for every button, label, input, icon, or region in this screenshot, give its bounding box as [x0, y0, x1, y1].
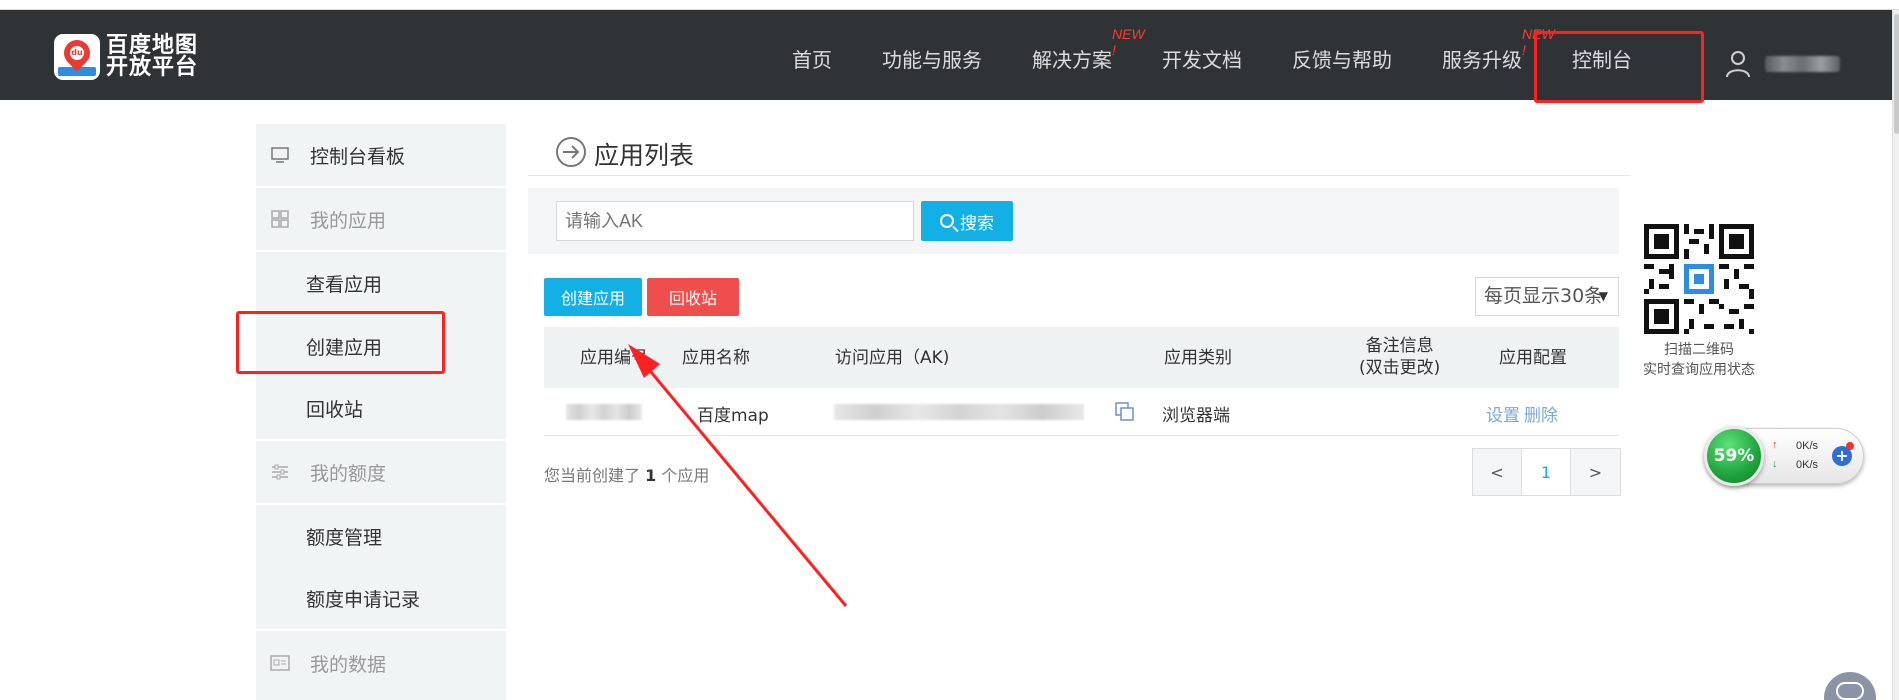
- logo-text-line2: 开放平台: [106, 55, 199, 80]
- search-button-label: 搜索: [960, 213, 994, 234]
- summary-suffix: 个应用: [661, 466, 710, 485]
- sidebar-group-my-quota: 我的额度: [256, 441, 506, 505]
- download-arrow-icon: ↓: [1772, 458, 1778, 470]
- nav-docs[interactable]: 开发文档: [1162, 44, 1242, 73]
- annotation-box-create-app: [236, 311, 445, 374]
- user-icon[interactable]: [1726, 50, 1750, 78]
- per-page-select[interactable]: 每页显示30条 ▼: [1475, 277, 1619, 316]
- sidebar-item-quota-records[interactable]: 额度申请记录: [256, 568, 506, 631]
- sidebar-item-quota-manage[interactable]: 额度管理: [256, 505, 506, 568]
- cell-app-name: 百度map: [697, 406, 769, 426]
- table-header: 应用编号 应用名称 访问应用（AK) 应用类别 备注信息 (双击更改) 应用配置: [544, 327, 1619, 388]
- new-badge-solutions: NEW !: [1112, 26, 1145, 58]
- grid-icon: [271, 210, 289, 228]
- page-title: 应用列表: [594, 141, 695, 170]
- sidebar-item-dashboard[interactable]: 控制台看板: [256, 124, 506, 188]
- pagination: < 1 >: [1472, 448, 1621, 496]
- copy-icon[interactable]: [1115, 402, 1135, 422]
- upload-arrow-icon: ↑: [1772, 439, 1778, 451]
- chat-support-icon[interactable]: [1824, 672, 1876, 700]
- col-remark-line1: 备注信息: [1365, 336, 1434, 356]
- search-button[interactable]: 搜索: [921, 201, 1013, 241]
- ak-search-input[interactable]: [556, 201, 914, 241]
- table-row: 百度map 浏览器端 设置 删除: [544, 388, 1619, 436]
- pager-prev-button[interactable]: <: [1473, 449, 1522, 495]
- col-config: 应用配置: [1499, 348, 1567, 368]
- col-app-name: 应用名称: [682, 348, 750, 368]
- app-count-summary: 您当前创建了 1 个应用: [544, 462, 709, 486]
- sidebar-my-data-label: 我的数据: [310, 653, 387, 676]
- browser-top-strip: [0, 0, 1899, 10]
- notification-dot: [1846, 442, 1854, 450]
- page-scrollbar[interactable]: [1892, 10, 1899, 700]
- cell-category: 浏览器端: [1162, 406, 1230, 426]
- arrow-right-circle-icon: [556, 137, 586, 167]
- app-id-blurred: [566, 404, 642, 420]
- caret-down-icon: ▼: [1598, 289, 1608, 303]
- sliders-icon: [272, 464, 288, 480]
- id-card-icon: [270, 655, 290, 671]
- sidebar-item-view-apps[interactable]: 查看应用: [256, 252, 506, 315]
- map-pin-logo-icon: du: [54, 34, 100, 80]
- summary-count: 1: [645, 466, 657, 485]
- nav-feedback[interactable]: 反馈与帮助: [1292, 44, 1392, 73]
- ak-blurred: [834, 404, 1084, 420]
- sidebar: 控制台看板 我的应用 查看应用 创建应用 回收站 我的额度 额度管理 额度申请记…: [256, 124, 506, 700]
- download-speed: 0K/s: [1796, 459, 1819, 471]
- monitor-icon: [271, 147, 289, 163]
- nav-upgrade[interactable]: 服务升级: [1442, 44, 1522, 73]
- sidebar-my-apps-label: 我的应用: [310, 209, 387, 232]
- recycle-bin-button[interactable]: 回收站: [647, 278, 739, 316]
- qr-caption: 扫描二维码 实时查询应用状态: [1636, 340, 1762, 380]
- upload-speed: 0K/s: [1796, 440, 1819, 452]
- delete-link[interactable]: 删除: [1524, 401, 1558, 426]
- col-category: 应用类别: [1164, 348, 1232, 368]
- nav-home[interactable]: 首页: [792, 44, 832, 73]
- col-app-id: 应用编号: [580, 348, 648, 368]
- sidebar-dashboard-label: 控制台看板: [310, 145, 406, 168]
- search-panel: 搜索: [528, 188, 1619, 254]
- speed-percent-ball[interactable]: 59%: [1704, 426, 1764, 486]
- username-blurred[interactable]: [1765, 56, 1840, 72]
- nav-solutions[interactable]: 解决方案: [1032, 44, 1112, 73]
- pager-next-button[interactable]: >: [1571, 449, 1620, 495]
- sidebar-group-my-apps: 我的应用: [256, 188, 506, 252]
- baidu-map-logo[interactable]: du 百度地图 开放平台: [54, 34, 198, 80]
- nav-features[interactable]: 功能与服务: [882, 44, 982, 73]
- create-app-button[interactable]: 创建应用: [544, 278, 642, 316]
- qr-caption-line2: 实时查询应用状态: [1643, 362, 1755, 378]
- sidebar-group-my-data: 我的数据: [256, 631, 506, 695]
- search-icon: [940, 214, 954, 228]
- per-page-value: 每页显示30条: [1484, 285, 1604, 307]
- settings-link[interactable]: 设置: [1486, 401, 1520, 426]
- sidebar-item-recycle-bin[interactable]: 回收站: [256, 378, 506, 441]
- logo-text-line1: 百度地图: [106, 33, 199, 58]
- summary-prefix: 您当前创建了: [544, 466, 641, 485]
- annotation-box-console: [1534, 31, 1704, 103]
- qr-caption-line1: 扫描二维码: [1664, 342, 1734, 358]
- qr-code-image: [1644, 224, 1754, 334]
- col-remark: 备注信息 (双击更改): [1359, 335, 1440, 379]
- col-remark-line2: (双击更改): [1359, 358, 1441, 378]
- page-title-bar: 应用列表: [528, 132, 1631, 176]
- pager-page-1[interactable]: 1: [1522, 449, 1571, 495]
- sidebar-my-quota-label: 我的额度: [310, 462, 387, 485]
- col-ak: 访问应用（AK): [835, 348, 950, 368]
